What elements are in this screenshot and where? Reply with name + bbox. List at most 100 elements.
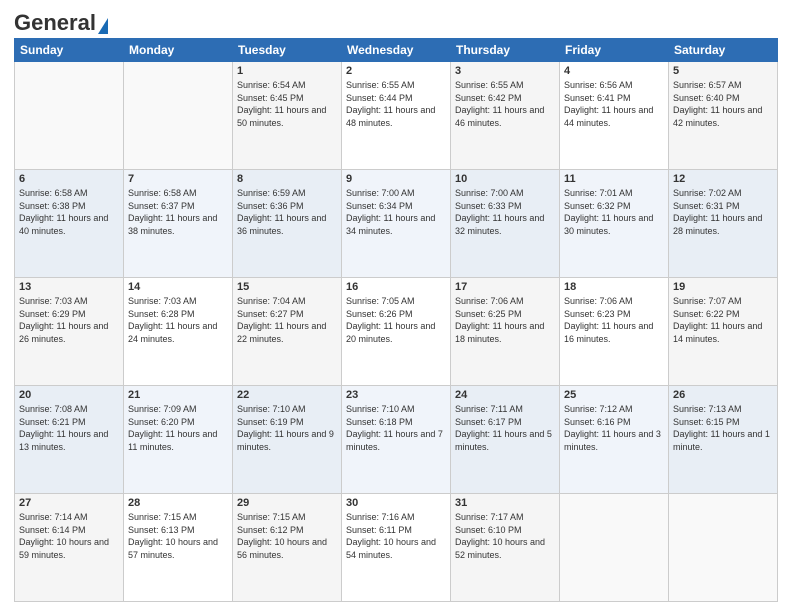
cell-info: Sunrise: 7:15 AM Sunset: 6:13 PM Dayligh… [128,511,228,561]
day-number: 5 [673,65,773,77]
logo: General [14,10,108,32]
calendar-cell: 13Sunrise: 7:03 AM Sunset: 6:29 PM Dayli… [15,278,124,386]
cell-info: Sunrise: 7:10 AM Sunset: 6:19 PM Dayligh… [237,403,337,453]
day-number: 10 [455,173,555,185]
weekday-header-thursday: Thursday [451,39,560,62]
calendar-cell: 20 Sunrise: 7:08 AM Sunset: 6:21 PM Dayli… [15,386,124,494]
day-number: 23 [346,389,446,401]
calendar-cell: 24 Sunrise: 7:11 AM Sunset: 6:17 PM Dayli… [451,386,560,494]
day-number: 13 [19,281,119,293]
logo-general: General [14,10,96,36]
cell-info: Sunrise: 7:02 AM Sunset: 6:31 PM Dayligh… [673,187,773,237]
cell-info: Sunrise: 6:58 AM Sunset: 6:38 PM Dayligh… [19,187,119,237]
cell-info: Sunrise: 6:56 AM Sunset: 6:41 PM Dayligh… [564,79,664,129]
cell-info: Sunrise: 7:16 AM Sunset: 6:11 PM Dayligh… [346,511,446,561]
day-number: 15 [237,281,337,293]
calendar-cell [560,494,669,602]
calendar-cell: 10Sunrise: 7:00 AM Sunset: 6:33 PM Dayli… [451,170,560,278]
day-number: 4 [564,65,664,77]
day-number: 20 [19,389,119,401]
day-number: 30 [346,497,446,509]
day-number: 14 [128,281,228,293]
calendar-week-row: 20 Sunrise: 7:08 AM Sunset: 6:21 PM Dayli… [15,386,778,494]
cell-info: Sunrise: 7:03 AM Sunset: 6:28 PM Dayligh… [128,295,228,345]
calendar-week-row: 27 Sunrise: 7:14 AM Sunset: 6:14 PM Dayli… [15,494,778,602]
day-number: 22 [237,389,337,401]
cell-info: Sunrise: 7:00 AM Sunset: 6:34 PM Dayligh… [346,187,446,237]
day-number: 25 [564,389,664,401]
day-number: 29 [237,497,337,509]
calendar-cell: 22 Sunrise: 7:10 AM Sunset: 6:19 PM Dayli… [233,386,342,494]
day-number: 21 [128,389,228,401]
calendar-cell: 18 Sunrise: 7:06 AM Sunset: 6:23 PM Dayli… [560,278,669,386]
logo-triangle-icon [98,18,108,34]
day-number: 26 [673,389,773,401]
day-number: 11 [564,173,664,185]
weekday-header-tuesday: Tuesday [233,39,342,62]
cell-info: Sunrise: 7:06 AM Sunset: 6:25 PM Dayligh… [455,295,555,345]
calendar-cell: 23 Sunrise: 7:10 AM Sunset: 6:18 PM Dayli… [342,386,451,494]
cell-info: Sunrise: 7:01 AM Sunset: 6:32 PM Dayligh… [564,187,664,237]
calendar-week-row: 1Sunrise: 6:54 AM Sunset: 6:45 PM Daylig… [15,62,778,170]
cell-info: Sunrise: 6:57 AM Sunset: 6:40 PM Dayligh… [673,79,773,129]
calendar-week-row: 6Sunrise: 6:58 AM Sunset: 6:38 PM Daylig… [15,170,778,278]
page-header: General [14,10,778,32]
cell-info: Sunrise: 7:12 AM Sunset: 6:16 PM Dayligh… [564,403,664,453]
weekday-header-wednesday: Wednesday [342,39,451,62]
cell-info: Sunrise: 7:15 AM Sunset: 6:12 PM Dayligh… [237,511,337,561]
day-number: 18 [564,281,664,293]
day-number: 12 [673,173,773,185]
day-number: 7 [128,173,228,185]
calendar-cell: 31 Sunrise: 7:17 AM Sunset: 6:10 PM Dayli… [451,494,560,602]
calendar-cell: 8 Sunrise: 6:59 AM Sunset: 6:36 PM Daylig… [233,170,342,278]
cell-info: Sunrise: 7:07 AM Sunset: 6:22 PM Dayligh… [673,295,773,345]
weekday-header-sunday: Sunday [15,39,124,62]
day-number: 2 [346,65,446,77]
calendar-cell [669,494,778,602]
calendar-cell [124,62,233,170]
cell-info: Sunrise: 7:06 AM Sunset: 6:23 PM Dayligh… [564,295,664,345]
day-number: 24 [455,389,555,401]
calendar-cell: 15Sunrise: 7:04 AM Sunset: 6:27 PM Dayli… [233,278,342,386]
cell-info: Sunrise: 7:09 AM Sunset: 6:20 PM Dayligh… [128,403,228,453]
calendar-cell: 11 Sunrise: 7:01 AM Sunset: 6:32 PM Dayli… [560,170,669,278]
calendar-cell: 29 Sunrise: 7:15 AM Sunset: 6:12 PM Dayli… [233,494,342,602]
day-number: 28 [128,497,228,509]
calendar-cell: 12 Sunrise: 7:02 AM Sunset: 6:31 PM Dayli… [669,170,778,278]
cell-info: Sunrise: 7:10 AM Sunset: 6:18 PM Dayligh… [346,403,446,453]
cell-info: Sunrise: 7:17 AM Sunset: 6:10 PM Dayligh… [455,511,555,561]
day-number: 8 [237,173,337,185]
weekday-header-saturday: Saturday [669,39,778,62]
calendar-cell: 16 Sunrise: 7:05 AM Sunset: 6:26 PM Dayli… [342,278,451,386]
calendar-cell: 3 Sunrise: 6:55 AM Sunset: 6:42 PM Daylig… [451,62,560,170]
cell-info: Sunrise: 7:14 AM Sunset: 6:14 PM Dayligh… [19,511,119,561]
cell-info: Sunrise: 7:05 AM Sunset: 6:26 PM Dayligh… [346,295,446,345]
day-number: 16 [346,281,446,293]
calendar-cell [15,62,124,170]
calendar-cell: 2 Sunrise: 6:55 AM Sunset: 6:44 PM Daylig… [342,62,451,170]
day-number: 17 [455,281,555,293]
calendar-cell: 17 Sunrise: 7:06 AM Sunset: 6:25 PM Dayli… [451,278,560,386]
cell-info: Sunrise: 6:59 AM Sunset: 6:36 PM Dayligh… [237,187,337,237]
cell-info: Sunrise: 6:55 AM Sunset: 6:42 PM Dayligh… [455,79,555,129]
day-number: 27 [19,497,119,509]
cell-info: Sunrise: 6:54 AM Sunset: 6:45 PM Dayligh… [237,79,337,129]
day-number: 31 [455,497,555,509]
calendar-cell: 19 Sunrise: 7:07 AM Sunset: 6:22 PM Dayli… [669,278,778,386]
calendar-cell: 30 Sunrise: 7:16 AM Sunset: 6:11 PM Dayli… [342,494,451,602]
cell-info: Sunrise: 7:13 AM Sunset: 6:15 PM Dayligh… [673,403,773,453]
day-number: 3 [455,65,555,77]
cell-info: Sunrise: 7:08 AM Sunset: 6:21 PM Dayligh… [19,403,119,453]
day-number: 19 [673,281,773,293]
calendar-cell: 27 Sunrise: 7:14 AM Sunset: 6:14 PM Dayli… [15,494,124,602]
cell-info: Sunrise: 6:58 AM Sunset: 6:37 PM Dayligh… [128,187,228,237]
cell-info: Sunrise: 6:55 AM Sunset: 6:44 PM Dayligh… [346,79,446,129]
day-number: 9 [346,173,446,185]
calendar-cell: 26 Sunrise: 7:13 AM Sunset: 6:15 PM Dayli… [669,386,778,494]
calendar-cell: 14 Sunrise: 7:03 AM Sunset: 6:28 PM Dayli… [124,278,233,386]
calendar-week-row: 13Sunrise: 7:03 AM Sunset: 6:29 PM Dayli… [15,278,778,386]
cell-info: Sunrise: 7:11 AM Sunset: 6:17 PM Dayligh… [455,403,555,453]
calendar-cell: 21 Sunrise: 7:09 AM Sunset: 6:20 PM Dayli… [124,386,233,494]
calendar-cell: 1Sunrise: 6:54 AM Sunset: 6:45 PM Daylig… [233,62,342,170]
calendar-cell: 7 Sunrise: 6:58 AM Sunset: 6:37 PM Daylig… [124,170,233,278]
